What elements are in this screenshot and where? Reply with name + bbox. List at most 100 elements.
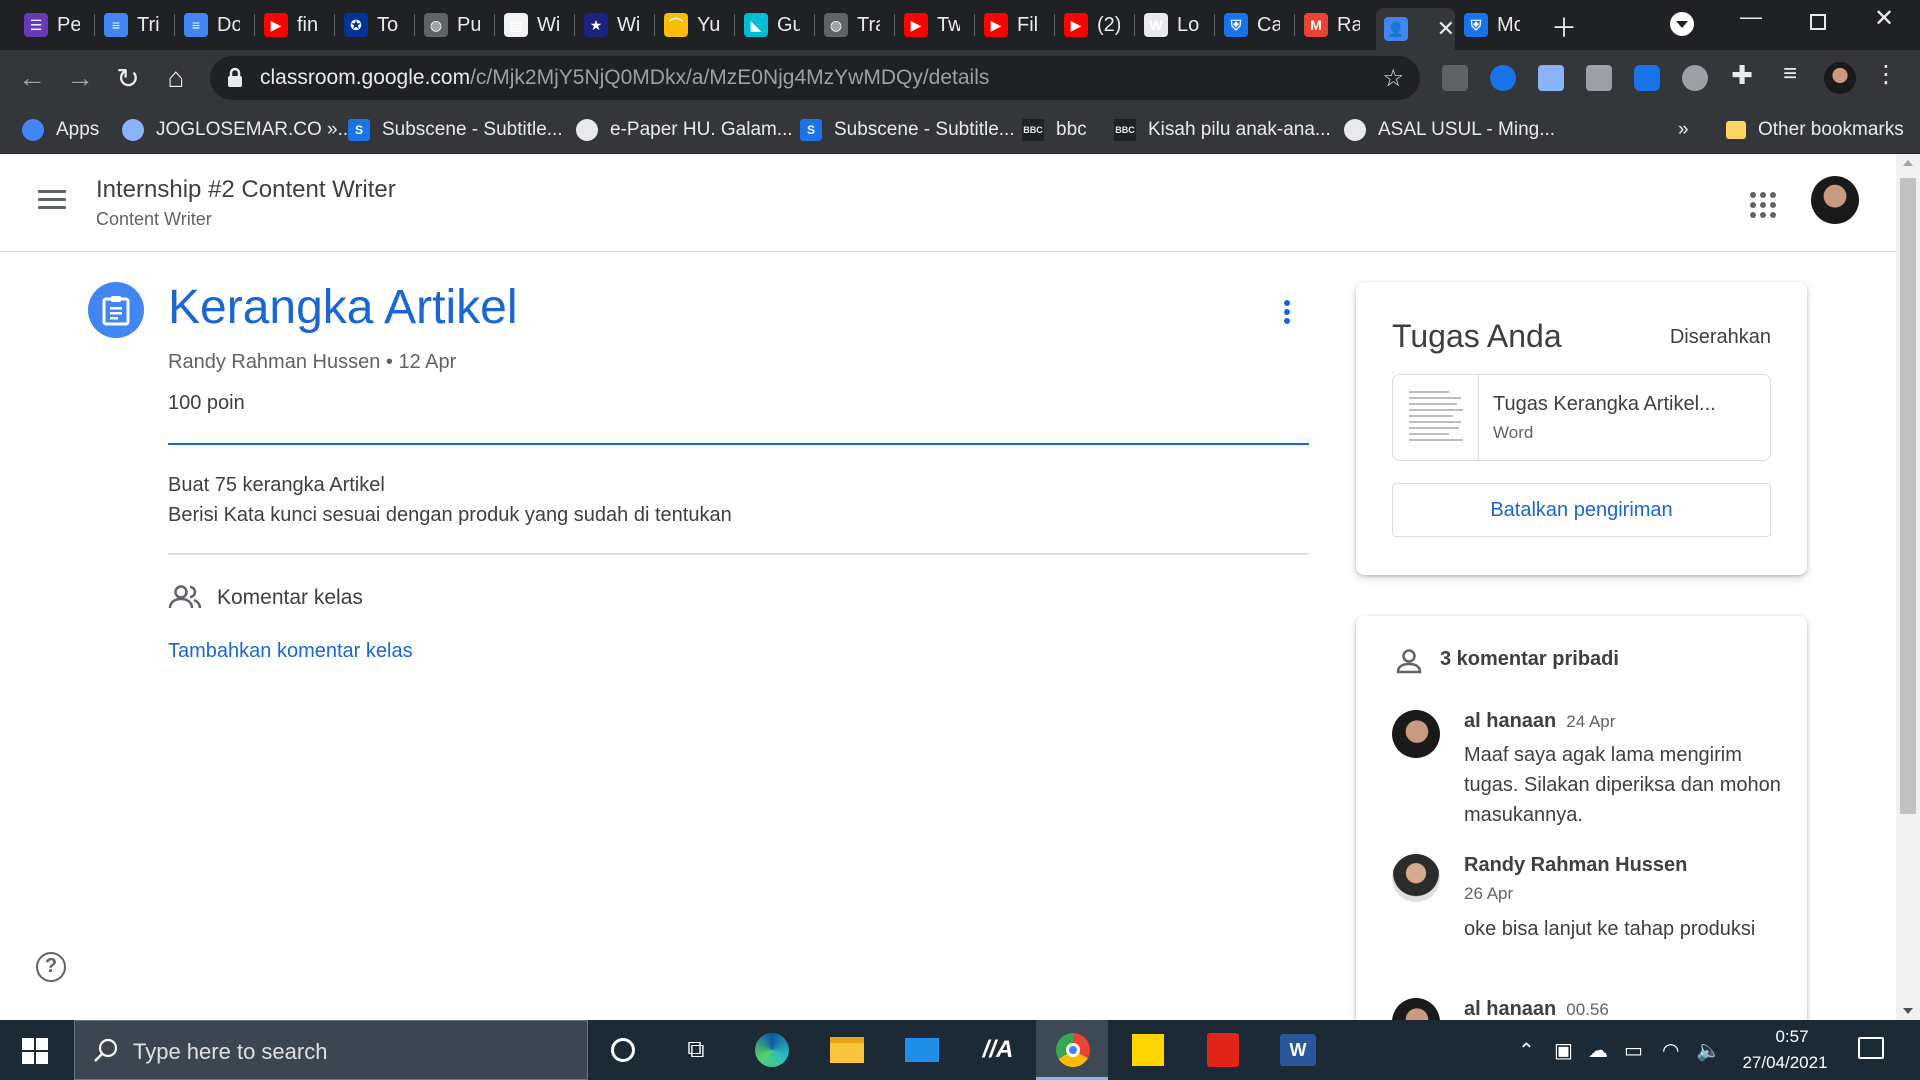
tab-favicon-icon: W [1144, 13, 1168, 37]
back-icon[interactable]: ← [16, 62, 48, 94]
google-apps-icon[interactable] [1750, 192, 1776, 218]
tray-overflow-icon[interactable]: ⌃ [1518, 1038, 1535, 1063]
taskbar-search[interactable]: Type here to search [74, 1020, 588, 1080]
meet-now-icon[interactable]: ▣ [1554, 1038, 1573, 1063]
globe-icon [576, 119, 598, 141]
other-bookmarks[interactable]: Other bookmarks [1726, 115, 1904, 145]
home-icon[interactable]: ⌂ [160, 62, 192, 94]
scroll-thumb[interactable] [1900, 178, 1916, 814]
bookmark-item[interactable]: ASAL USUL - Ming... [1344, 115, 1555, 145]
battery-icon[interactable]: ▭ [1624, 1038, 1643, 1063]
tab[interactable]: ≡ Do [176, 8, 240, 42]
attachment-card[interactable]: Tugas Kerangka Artikel... Word [1392, 374, 1771, 461]
tab[interactable]: ≡ Tri [96, 8, 160, 42]
tab-favicon-icon: ▶ [904, 13, 928, 37]
bookmark-item[interactable]: S Subscene - Subtitle... [348, 115, 563, 145]
description-line: Berisi Kata kunci sesuai dengan produk y… [168, 504, 732, 526]
profile-avatar[interactable] [1824, 62, 1856, 94]
browser-menu-icon[interactable]: ⋮ [1870, 60, 1902, 89]
check-extension-icon[interactable] [1490, 65, 1516, 91]
bookmark-item[interactable]: S Subscene - Subtitle... [800, 115, 1015, 145]
chrome-icon[interactable] [1055, 1032, 1091, 1068]
tab[interactable]: W Lo [1136, 8, 1200, 42]
scroll-up-icon[interactable] [1903, 160, 1913, 166]
onedrive-icon[interactable]: ☁ [1588, 1038, 1608, 1063]
url-path: /c/Mjk2MjY5NjQ0MDkx/a/MzE0Njg4MzYwMDQy/d… [470, 66, 990, 89]
mail-icon[interactable] [904, 1032, 940, 1068]
tab[interactable]: M Ra [1296, 8, 1360, 42]
tab[interactable]: ✪ To [336, 8, 400, 42]
bookmark-item[interactable]: e-Paper HU. Galam... [576, 115, 793, 145]
help-icon[interactable]: ? [36, 952, 66, 982]
shield-extension-icon[interactable] [1634, 65, 1660, 91]
add-class-comment-link[interactable]: Tambahkan komentar kelas [168, 640, 413, 663]
tab[interactable]: ◣ Gu [736, 8, 800, 42]
forward-icon[interactable]: → [64, 62, 96, 94]
clock-time[interactable]: 0:57 [1762, 1027, 1822, 1047]
url-text[interactable]: classroom.google.com/c/Mjk2MjY5NjQ0MDkx/… [260, 66, 989, 90]
notification-center-icon[interactable] [1858, 1037, 1884, 1059]
tab[interactable]: ⌒ Yu [656, 8, 720, 42]
download-icon[interactable] [1586, 65, 1612, 91]
tab-search-icon[interactable] [1670, 12, 1694, 36]
minimize-icon[interactable]: — [1740, 4, 1762, 30]
tab[interactable]: ◍ Pu [416, 8, 480, 42]
task-view-icon[interactable]: ⧉ [678, 1032, 714, 1068]
extensions-puzzle-icon[interactable]: ✚ [1726, 60, 1758, 91]
lock-icon[interactable] [226, 67, 244, 89]
tab[interactable]: ▶ Tw [896, 8, 960, 42]
tab[interactable]: ⛨ Mo [1456, 8, 1520, 42]
tab-active[interactable]: 👤 ✕ [1376, 8, 1455, 50]
download-manager-icon[interactable] [1538, 65, 1564, 91]
bookmark-label: Kisah pilu anak-ana... [1148, 119, 1331, 140]
main-menu-icon[interactable] [38, 190, 66, 210]
cortana-icon[interactable] [605, 1032, 641, 1068]
acrobat-icon[interactable] [1205, 1032, 1241, 1068]
tab[interactable]: ☰ Pe [16, 8, 80, 42]
close-tab-icon[interactable]: ✕ [1437, 16, 1455, 42]
class-title[interactable]: Internship #2 Content Writer [96, 176, 396, 204]
wifi-icon[interactable]: ◠ [1662, 1038, 1679, 1063]
bookmark-star-icon[interactable]: ☆ [1382, 64, 1404, 93]
tab-title: Tw [937, 13, 960, 36]
bookmark-item[interactable]: Apps [22, 115, 99, 145]
restore-icon[interactable] [1810, 14, 1826, 30]
bookmark-item[interactable]: JOGLOSEMAR.CO »... [122, 115, 353, 145]
tab-separator [974, 14, 975, 36]
account-avatar[interactable] [1811, 176, 1859, 224]
tab[interactable]: ◍ Tra [816, 8, 880, 42]
bookmarks-overflow-icon[interactable]: » [1678, 115, 1689, 145]
word-icon[interactable]: W [1280, 1032, 1316, 1068]
class-comments-label: Komentar kelas [217, 586, 363, 609]
tab[interactable]: ▶ fin [256, 8, 320, 42]
new-tab-icon[interactable]: ＋ [1551, 8, 1577, 45]
windows-start-icon[interactable] [22, 1038, 48, 1064]
translate-extension-icon[interactable] [1442, 65, 1468, 91]
bookmark-label: Subscene - Subtitle... [382, 119, 563, 140]
unsubmit-button[interactable]: Batalkan pengiriman [1392, 483, 1771, 537]
tab[interactable]: ⛨ Ca [1216, 8, 1280, 42]
bookmark-item[interactable]: BBC bbc [1022, 115, 1087, 145]
tab[interactable]: ▤ Wi [496, 8, 560, 42]
tab[interactable]: ▶ (2) [1056, 8, 1120, 42]
volume-icon[interactable]: 🔈 [1696, 1038, 1721, 1063]
globe-extension-icon[interactable] [1682, 65, 1708, 91]
scroll-down-icon[interactable] [1903, 1008, 1913, 1014]
file-explorer-icon[interactable] [829, 1032, 865, 1068]
reload-icon[interactable]: ↻ [112, 62, 144, 95]
clock-date[interactable]: 27/04/2021 [1735, 1053, 1835, 1073]
address-bar[interactable]: classroom.google.com/c/Mjk2MjY5NjQ0MDkx/… [210, 56, 1420, 100]
comment-text: Maaf saya agak lama mengirim tugas. Sila… [1464, 744, 1781, 826]
media-queue-icon[interactable]: ≡ [1774, 60, 1806, 88]
more-options-icon[interactable] [1284, 300, 1290, 327]
tab[interactable]: ▶ Fil [976, 8, 1040, 42]
tab[interactable]: ★ Wi [576, 8, 640, 42]
close-window-icon[interactable]: ✕ [1874, 4, 1894, 33]
app-ma-icon[interactable]: //A [980, 1032, 1016, 1068]
tab-separator [1214, 14, 1215, 36]
edge-icon[interactable] [754, 1032, 790, 1068]
bookmark-item[interactable]: BBC Kisah pilu anak-ana... [1114, 115, 1331, 145]
comment-text: oke bisa lanjut ke tahap produksi [1464, 918, 1756, 940]
page-scrollbar[interactable] [1896, 154, 1920, 1020]
sticky-notes-icon[interactable] [1130, 1032, 1166, 1068]
